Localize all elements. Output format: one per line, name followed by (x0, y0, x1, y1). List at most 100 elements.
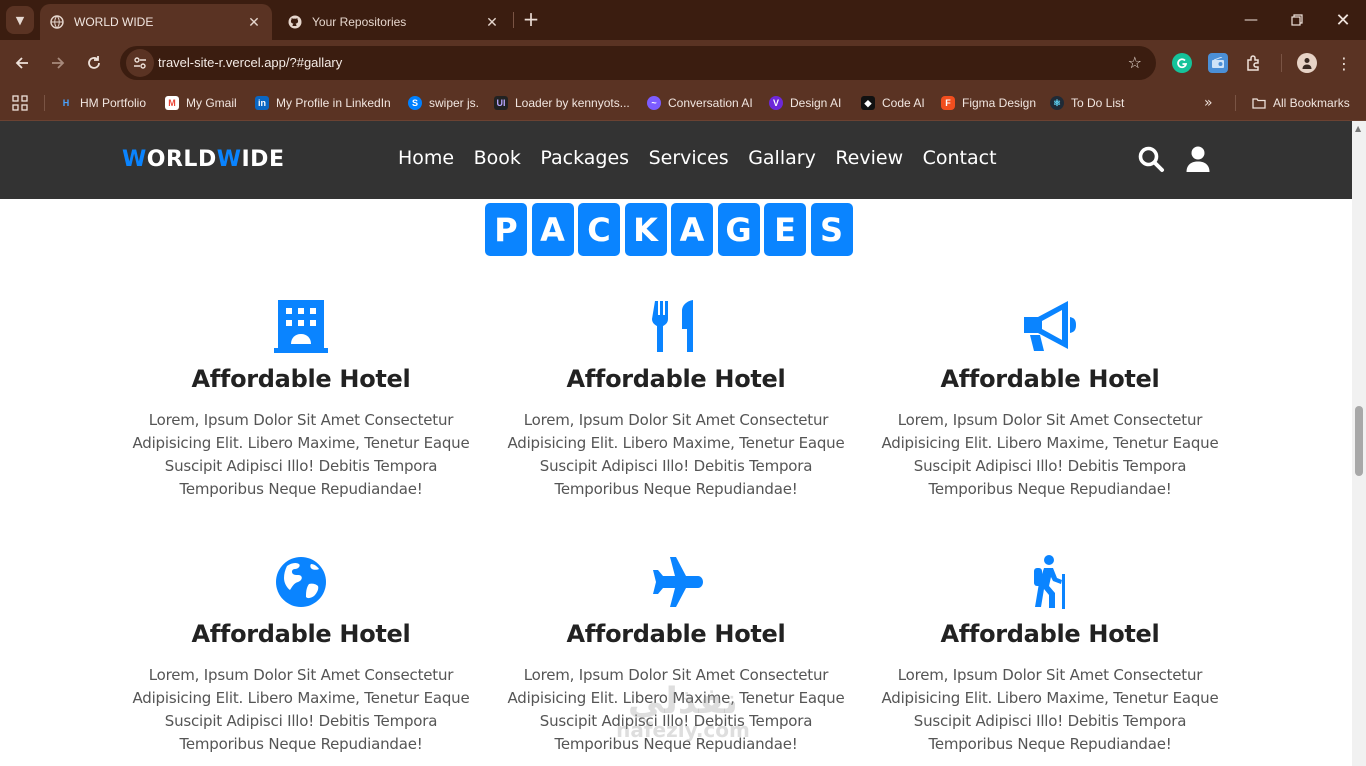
card-description: Lorem, Ipsum Dolor Sit Amet Consectetur … (507, 411, 845, 498)
more-menu-icon[interactable]: ⋮ (1330, 49, 1358, 77)
card-title: Affordable Hotel (191, 620, 411, 648)
github-icon (288, 15, 302, 29)
title-letter: G (717, 203, 760, 256)
reload-icon[interactable] (80, 49, 108, 77)
close-icon[interactable]: ✕ (246, 14, 262, 31)
profile-avatar-icon[interactable] (1297, 53, 1317, 73)
gmail-icon: M (165, 96, 179, 110)
design-ai-icon: V (769, 96, 783, 110)
bookmark-linkedin[interactable]: in My Profile in LinkedIn (255, 93, 391, 113)
scrollbar-thumb[interactable] (1355, 406, 1363, 476)
bookmark-label: HM Portfolio (80, 96, 147, 110)
page-viewport: WORLDWIDE Home Book Packages Services Ga… (0, 121, 1352, 766)
nav-services[interactable]: Services (649, 147, 729, 169)
card-title: Affordable Hotel (566, 620, 786, 648)
minimize-icon[interactable]: — (1228, 0, 1274, 40)
utensils-icon (652, 300, 693, 352)
window-close-icon[interactable]: ✕ (1320, 0, 1366, 40)
site-logo[interactable]: WORLDWIDE (122, 147, 284, 172)
card-description: Lorem, Ipsum Dolor Sit Amet Consectetur … (881, 666, 1219, 753)
title-letter: C (578, 203, 620, 256)
radio-extension-icon[interactable] (1208, 53, 1228, 73)
uiverse-icon: UI (494, 96, 508, 110)
user-icon[interactable] (1184, 145, 1212, 173)
all-bookmarks-folder[interactable]: All Bookmarks (1252, 93, 1350, 113)
tab-search-chevron-down-icon[interactable]: ▼ (6, 6, 34, 34)
forward-arrow-icon[interactable] (44, 49, 72, 77)
bookmark-label: Figma Design (962, 96, 1037, 110)
nav-gallary[interactable]: Gallary (748, 147, 816, 169)
bookmark-hm-portfolio[interactable]: H HM Portfolio (59, 93, 146, 113)
section-title-packages: P A C K A G E S (485, 203, 857, 256)
bookmark-my-gmail[interactable]: M My Gmail (165, 93, 237, 113)
hiking-icon (1034, 555, 1065, 609)
tab-divider (513, 12, 514, 28)
globe-icon (50, 15, 64, 29)
title-letter: A (671, 203, 713, 256)
bookmark-label: My Profile in LinkedIn (276, 96, 391, 110)
bookmark-conversation-ai[interactable]: ~ Conversation AI (647, 93, 753, 113)
title-letter: E (764, 203, 806, 256)
tab-title: WORLD WIDE (74, 15, 154, 29)
bookmark-label: All Bookmarks (1273, 96, 1350, 110)
site-header: WORLDWIDE Home Book Packages Services Ga… (0, 121, 1352, 199)
search-icon[interactable] (1137, 145, 1165, 173)
scroll-up-arrow-icon[interactable]: ▲ (1355, 124, 1361, 133)
conversation-ai-icon: ~ (647, 96, 661, 110)
folder-icon (1252, 96, 1266, 110)
browser-tab-strip: ▼ WORLD WIDE ✕ Your Repositories ✕ + — ✕ (0, 0, 1366, 40)
title-letter: K (624, 203, 667, 256)
hotel-icon (274, 300, 328, 353)
bookmarks-divider (1235, 95, 1236, 111)
extensions-puzzle-icon[interactable] (1244, 53, 1264, 73)
title-letter: S (810, 203, 853, 256)
title-letter: A (531, 203, 574, 256)
site-info-icon[interactable] (126, 49, 154, 77)
package-card: Affordable Hotel Lorem, Ipsum Dolor Sit … (121, 299, 481, 501)
close-icon[interactable]: ✕ (484, 14, 500, 31)
restore-icon[interactable] (1274, 0, 1320, 40)
bookmark-swiper-js[interactable]: S swiper js. (408, 93, 479, 113)
nav-book[interactable]: Book (474, 147, 521, 169)
card-description: Lorem, Ipsum Dolor Sit Amet Consectetur … (132, 411, 470, 498)
bookmarks-divider (44, 95, 45, 111)
bookmark-label: Conversation AI (668, 96, 753, 110)
card-title: Affordable Hotel (191, 365, 411, 393)
bookmarks-overflow-chevron-icon[interactable]: » (1204, 95, 1213, 111)
bookmark-to-do-list[interactable]: ⚛ To Do List (1050, 93, 1124, 113)
hm-portfolio-icon: H (62, 98, 70, 108)
bookmark-label: My Gmail (186, 96, 237, 110)
nav-contact[interactable]: Contact (923, 147, 997, 169)
back-arrow-icon[interactable] (8, 49, 36, 77)
bookmark-star-icon[interactable]: ☆ (1128, 53, 1142, 72)
card-description: Lorem, Ipsum Dolor Sit Amet Consectetur … (881, 411, 1219, 498)
bookmark-label: swiper js. (429, 96, 480, 110)
tab-world-wide[interactable]: WORLD WIDE ✕ (40, 4, 272, 40)
address-bar[interactable]: travel-site-r.vercel.app/?#gallary ☆ (120, 46, 1156, 80)
nav-home[interactable]: Home (398, 147, 454, 169)
card-title: Affordable Hotel (940, 365, 1160, 393)
bookmark-loader-kennyotsu[interactable]: UI Loader by kennyots... (494, 93, 630, 113)
card-description: Lorem, Ipsum Dolor Sit Amet Consectetur … (507, 666, 845, 753)
page-scrollbar[interactable]: ▲ (1352, 121, 1366, 766)
bookmark-design-ai[interactable]: V Design AI (769, 93, 841, 113)
logo-text: IDE (241, 147, 285, 172)
package-card: Affordable Hotel Lorem, Ipsum Dolor Sit … (496, 299, 856, 501)
apps-grid-icon[interactable] (12, 95, 28, 111)
nav-packages[interactable]: Packages (540, 147, 629, 169)
package-card: Affordable Hotel Lorem, Ipsum Dolor Sit … (496, 554, 856, 756)
nav-review[interactable]: Review (835, 147, 903, 169)
title-letter: P (485, 203, 527, 256)
bookmark-code-ai[interactable]: ◆ Code AI (861, 93, 925, 113)
swiper-icon: S (408, 96, 422, 110)
card-description: Lorem, Ipsum Dolor Sit Amet Consectetur … (132, 666, 470, 753)
bookmarks-bar: H HM Portfolio M My Gmail in My Profile … (0, 86, 1366, 121)
tab-your-repositories[interactable]: Your Repositories ✕ (278, 4, 510, 40)
figma-icon: F (941, 96, 955, 110)
new-tab-plus-icon[interactable]: + (520, 8, 542, 30)
code-ai-icon: ◆ (861, 96, 875, 110)
logo-accent-letter: W (216, 147, 242, 172)
bookmark-figma-design[interactable]: F Figma Design (941, 93, 1036, 113)
grammarly-icon[interactable] (1172, 53, 1192, 73)
linkedin-icon: in (255, 96, 269, 110)
